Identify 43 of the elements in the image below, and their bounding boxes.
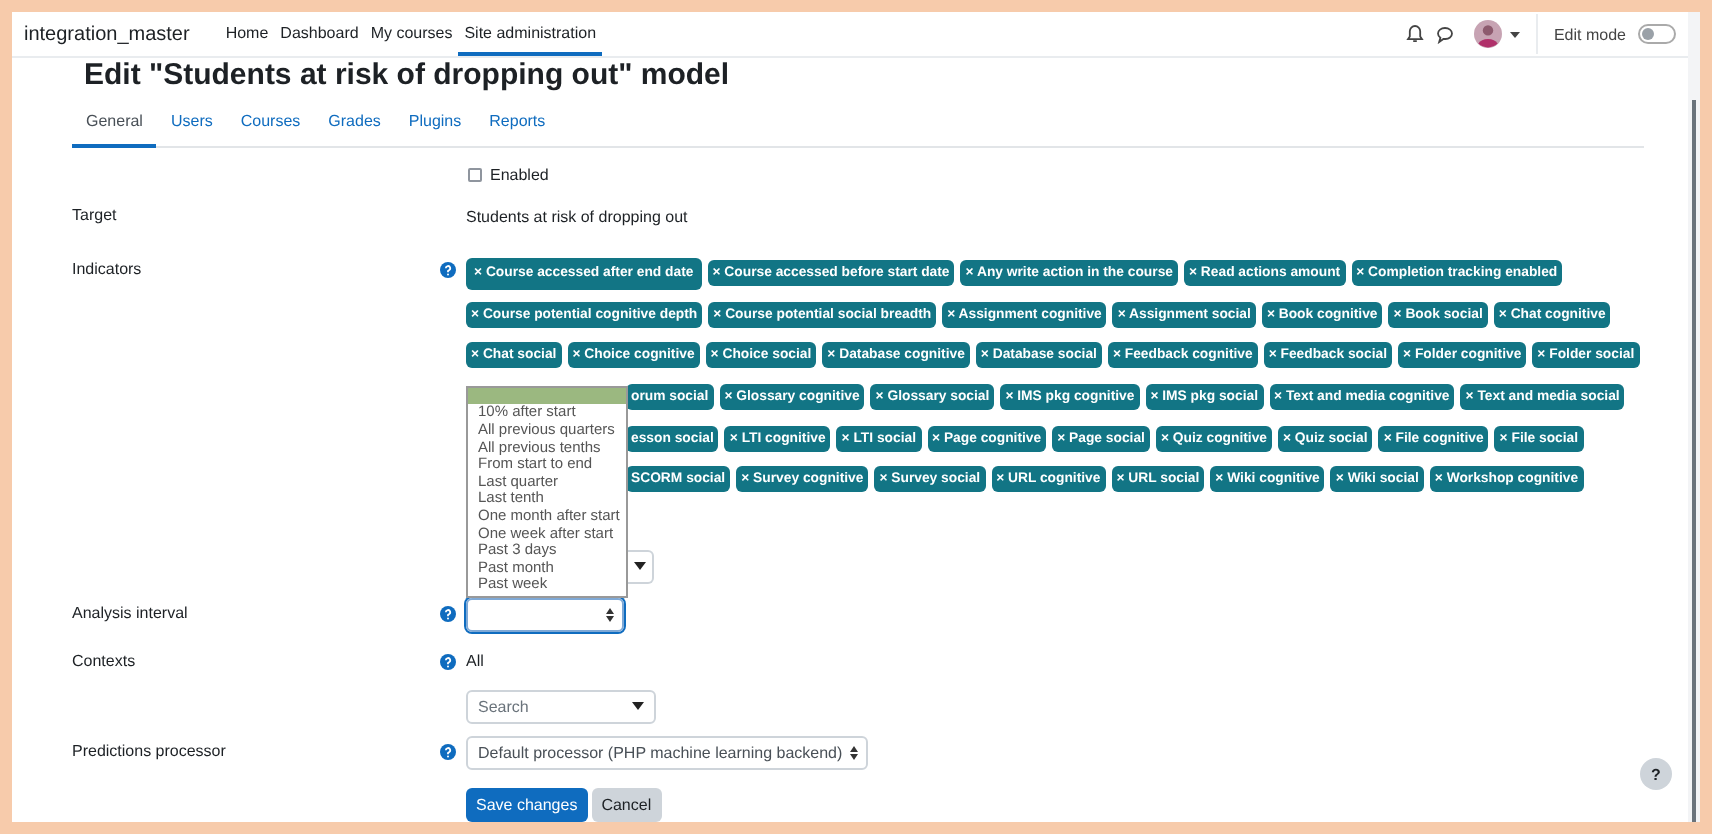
field-label: Predictions processor [72, 742, 226, 763]
help-icon[interactable] [439, 744, 455, 761]
sort-arrows-icon [606, 607, 614, 622]
scrollbar-thumb[interactable] [1692, 100, 1696, 822]
checkbox[interactable] [468, 167, 482, 181]
tab[interactable]: General [72, 96, 157, 148]
select-field[interactable]: Default processor (PHP machine learning backend) [466, 735, 869, 770]
target-value: Students at risk of dropping out [466, 207, 688, 225]
caret-icon [632, 702, 644, 711]
contexts-value: All [466, 652, 484, 671]
tab[interactable]: Users [156, 96, 227, 148]
edit-mode-label: Edit mode [1553, 25, 1626, 43]
help-icon[interactable] [439, 606, 455, 623]
help-button[interactable]: ? [1640, 758, 1672, 790]
tab[interactable]: Courses [226, 96, 315, 148]
tab[interactable]: Reports [475, 96, 560, 148]
checkbox-label[interactable]: Enabled [490, 165, 549, 183]
cancel-button[interactable]: Cancel [591, 787, 662, 822]
field-label: Contexts [72, 651, 136, 672]
select-field[interactable] [466, 597, 624, 632]
caret-icon[interactable] [1509, 31, 1520, 37]
page-title: Edit "Students at risk of dropping out" model [82, 60, 732, 92]
edit-mode-toggle[interactable] [1638, 24, 1676, 44]
site-name[interactable]: integration_master [24, 23, 190, 45]
save-button[interactable]: Save changes [466, 787, 588, 822]
tab[interactable]: Plugins [394, 96, 476, 148]
nav-link[interactable]: My courses [364, 12, 459, 56]
field-label: Analysis interval [72, 604, 188, 625]
chat-icon[interactable] [1435, 25, 1454, 43]
bell-icon[interactable] [1405, 24, 1424, 44]
nav-link[interactable]: Site administration [458, 12, 603, 56]
field-label: Indicators [72, 260, 142, 280]
nav-link[interactable]: Dashboard [274, 12, 365, 56]
help-icon[interactable] [439, 262, 455, 278]
sort-arrows-icon [850, 745, 859, 760]
nav-link[interactable]: Home [219, 12, 275, 56]
help-icon[interactable] [439, 653, 455, 670]
search-field[interactable]: Search [466, 689, 656, 724]
scrollbar[interactable] [1688, 12, 1700, 822]
tab[interactable]: Grades [314, 96, 395, 148]
avatar-icon[interactable] [1473, 20, 1502, 48]
caret-icon [633, 562, 645, 571]
field-label: Target [72, 206, 117, 226]
